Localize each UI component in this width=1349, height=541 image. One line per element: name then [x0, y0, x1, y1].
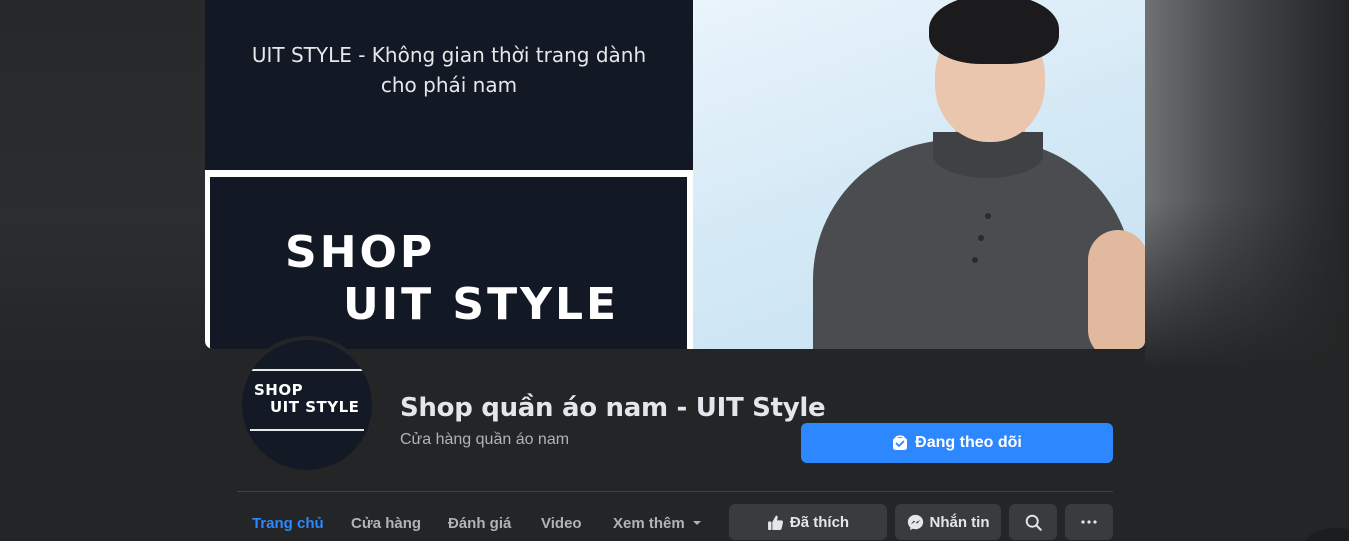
shirt-button — [985, 213, 991, 219]
avatar-logo-line-top — [250, 369, 364, 371]
avatar-logo: SHOP UIT STYLE — [242, 340, 372, 470]
tab-shop[interactable]: Cửa hàng — [351, 505, 421, 541]
background-left — [0, 0, 205, 370]
tab-home[interactable]: Trang chủ — [252, 505, 324, 541]
avatar-logo-line2: UIT STYLE — [270, 398, 360, 416]
page-category[interactable]: Cửa hàng quần áo nam — [400, 431, 569, 449]
tab-shop-label: Cửa hàng — [351, 514, 422, 532]
message-button-label: Nhắn tin — [929, 513, 990, 531]
message-button[interactable]: Nhắn tin — [895, 504, 1001, 540]
messenger-icon — [907, 514, 924, 531]
liked-button-label: Đã thích — [789, 513, 850, 531]
avatar-logo-line-bottom — [250, 429, 364, 431]
page-avatar[interactable]: SHOP UIT STYLE — [238, 336, 376, 474]
tab-video-label: Video — [541, 514, 582, 532]
more-dots-icon — [1081, 520, 1097, 524]
cover-tagline: UIT STYLE - Không gian thời trang dành c… — [251, 43, 647, 97]
background-right-fade — [1145, 200, 1349, 370]
search-button[interactable] — [1009, 504, 1057, 540]
caret-down-icon — [692, 520, 702, 526]
cover-brand-panel: SHOP UIT STYLE — [210, 177, 687, 349]
cover-photo[interactable]: UIT STYLE - Không gian thời trang dành c… — [205, 0, 1145, 349]
model-arm — [1088, 230, 1145, 349]
header-divider — [237, 491, 1113, 492]
avatar-logo-text: SHOP UIT STYLE — [254, 382, 359, 416]
follow-box-icon — [892, 435, 908, 451]
avatar-logo-line1: SHOP — [254, 381, 304, 399]
more-options-button[interactable] — [1065, 504, 1113, 540]
shirt-button — [978, 235, 984, 241]
cover-brand-frame: SHOP UIT STYLE — [205, 170, 693, 349]
tab-reviews[interactable]: Đánh giá — [448, 505, 511, 541]
search-icon — [1025, 514, 1042, 531]
cover-model-image — [693, 0, 1145, 349]
tab-more-label: Xem thêm — [613, 514, 685, 532]
tab-home-label: Trang chủ — [252, 514, 324, 532]
tab-reviews-label: Đánh giá — [448, 514, 512, 532]
cover-brand-line1: SHOP — [285, 227, 436, 278]
model-hair — [929, 0, 1059, 64]
tab-video[interactable]: Video — [541, 505, 582, 541]
page-title[interactable]: Shop quần áo nam - UIT Style — [400, 393, 826, 423]
liked-button[interactable]: Đã thích — [729, 504, 887, 540]
shirt-button — [972, 257, 978, 263]
cover-brand: SHOP UIT STYLE — [285, 227, 619, 331]
corner-shadow — [1306, 528, 1349, 541]
following-button[interactable]: Đang theo dõi — [801, 423, 1113, 463]
thumbs-up-icon — [767, 514, 784, 531]
cover-tagline-panel: UIT STYLE - Không gian thời trang dành c… — [205, 0, 693, 170]
cover-brand-line2: UIT STYLE — [343, 279, 620, 330]
tab-more[interactable]: Xem thêm — [613, 505, 702, 541]
following-button-label: Đang theo dõi — [915, 434, 1022, 451]
